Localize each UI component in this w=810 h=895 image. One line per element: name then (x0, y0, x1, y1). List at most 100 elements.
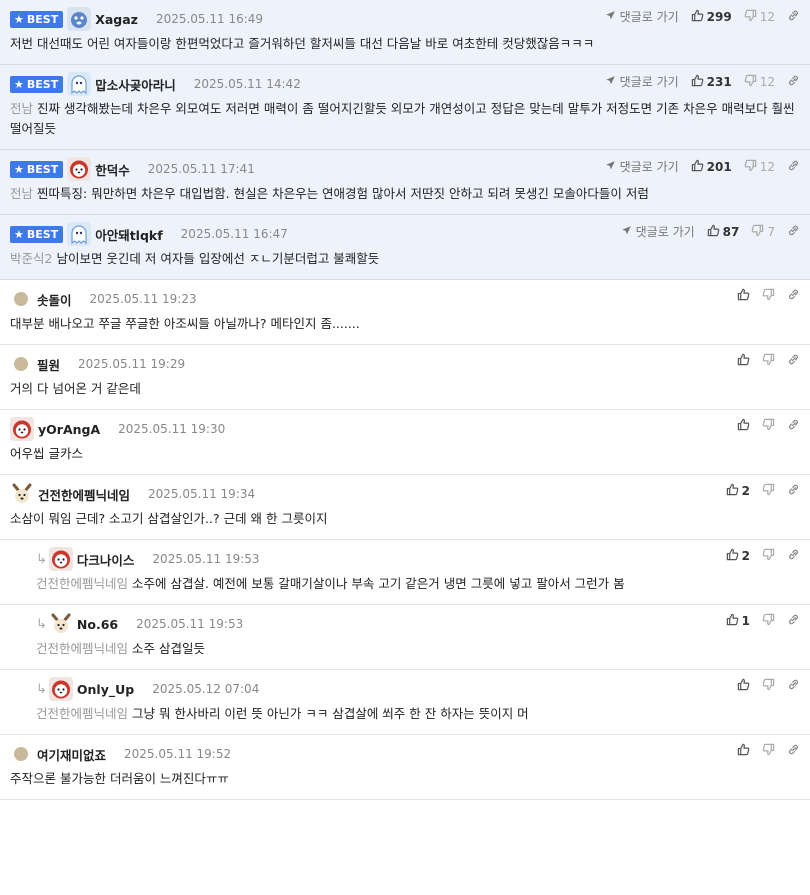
permalink-button[interactable] (787, 353, 800, 369)
nickname[interactable]: 맙소사곶아라니 (95, 75, 176, 94)
best-badge: ★ BEST (10, 225, 64, 243)
thumbs-up-icon (737, 288, 750, 304)
comment-text: 저번 대선때도 어린 여자들이랑 한편먹었다고 즐거워하던 할저씨들 대선 다음… (10, 36, 595, 51)
link-icon (787, 678, 800, 694)
dislike-button[interactable]: 7 (751, 224, 775, 240)
link-icon (787, 743, 800, 759)
reply-to-nickname[interactable]: 건전한에펨닉네임 (36, 641, 128, 656)
permalink-button[interactable] (787, 418, 800, 434)
nickname[interactable]: Xagaz (95, 12, 138, 27)
comment-date: 2025.05.11 19:23 (89, 292, 197, 306)
comment-actions (725, 418, 800, 434)
thumbs-up-icon (737, 678, 750, 694)
thumbs-up-icon (737, 353, 750, 369)
permalink-button[interactable] (787, 288, 800, 304)
best-badge: ★ BEST (10, 75, 64, 93)
thumbs-up-icon (691, 9, 704, 25)
comment-text: 거의 다 넘어온 거 같은데 (10, 381, 141, 396)
dislike-button[interactable] (762, 418, 775, 434)
reply-to-nickname[interactable]: 건전한에펨닉네임 (36, 706, 128, 721)
like-button[interactable]: 2 (726, 483, 750, 499)
permalink-button[interactable] (787, 613, 800, 629)
nickname[interactable]: 필원 (37, 355, 60, 374)
reply-arrow-icon: ↳ (36, 681, 47, 697)
comment-actions: 2 (714, 548, 800, 564)
dislike-button[interactable] (762, 548, 775, 564)
like-button[interactable]: 1 (726, 613, 750, 629)
avatar (14, 747, 28, 761)
comment-body: 주작으론 불가능한 더러움이 느껴진다ㅠㅠ (10, 769, 800, 799)
dislike-button[interactable] (762, 288, 775, 304)
dislike-button[interactable] (762, 678, 775, 694)
like-button[interactable] (737, 353, 750, 369)
comment: 필원 2025.05.11 19:29 거의 다 넘어온 거 같은데 (0, 345, 810, 410)
nickname[interactable]: Only_Up (77, 682, 134, 697)
dislike-button[interactable] (762, 353, 775, 369)
dislike-button[interactable] (762, 743, 775, 759)
star-icon: ★ (14, 227, 24, 241)
comment-actions (725, 743, 800, 759)
thumbs-down-icon (762, 548, 775, 564)
comment-actions (725, 288, 800, 304)
comment-actions: 댓글로 가기 299 12 (593, 8, 800, 25)
permalink-button[interactable] (787, 743, 800, 759)
comment-actions (725, 353, 800, 369)
nickname[interactable]: 아안돼tlqkf (95, 225, 162, 244)
nickname[interactable]: yOrAngA (38, 422, 100, 437)
like-button[interactable] (737, 418, 750, 434)
dislike-button[interactable]: 12 (744, 159, 775, 175)
link-icon (787, 159, 800, 175)
comment-body: 대부분 배나오고 쭈글 쭈글한 아조씨들 아닐까나? 메타인지 좀....... (10, 314, 800, 344)
permalink-button[interactable] (787, 548, 800, 564)
permalink-button[interactable] (787, 9, 800, 25)
dislike-button[interactable] (762, 613, 775, 629)
nickname[interactable]: 건전한에펨닉네임 (38, 485, 130, 504)
nickname[interactable]: 솟돌이 (37, 290, 72, 309)
like-button[interactable]: 2 (726, 548, 750, 564)
reply-arrow-icon: ↳ (36, 551, 47, 567)
goto-comment-link[interactable]: 댓글로 가기 (621, 223, 695, 240)
like-button[interactable]: 87 (707, 224, 739, 240)
nickname[interactable]: No.66 (77, 617, 118, 632)
comment-text: 남이보면 웃긴데 저 여자들 입장에선 ㅈㄴ기분더럽고 불쾌할듯 (56, 251, 380, 266)
like-button[interactable] (737, 678, 750, 694)
goto-comment-link[interactable]: 댓글로 가기 (605, 158, 679, 175)
dislike-button[interactable] (762, 483, 775, 499)
nickname[interactable]: 다크나이스 (77, 550, 135, 569)
thumbs-up-icon (691, 74, 704, 90)
reply-to-nickname[interactable]: 박준식2 (10, 251, 52, 266)
like-button[interactable]: 299 (691, 9, 732, 25)
goto-comment-link[interactable]: 댓글로 가기 (605, 8, 679, 25)
goto-comment-link[interactable]: 댓글로 가기 (605, 73, 679, 90)
nickname[interactable]: 한덕수 (95, 160, 130, 179)
nickname[interactable]: 여기재미없죠 (37, 745, 106, 764)
like-button[interactable] (737, 288, 750, 304)
comment-text: 소주에 삼겹살. 예전에 보통 갈매기살이나 부속 고기 같은거 냉면 그릇에 … (132, 576, 625, 591)
like-count: 2 (741, 484, 750, 498)
comment-text: 대부분 배나오고 쭈글 쭈글한 아조씨들 아닐까나? 메타인지 좀....... (10, 316, 360, 331)
comment-date: 2025.05.11 14:42 (193, 77, 301, 91)
permalink-button[interactable] (787, 224, 800, 240)
comment-text: 소삼이 뭐임 근데? 소고기 삼겹살인가..? 근데 왜 한 그릇이지 (10, 511, 328, 526)
comment-date: 2025.05.11 19:52 (124, 747, 232, 761)
comment-date: 2025.05.11 19:53 (136, 617, 244, 631)
like-button[interactable] (737, 743, 750, 759)
reply-to-nickname[interactable]: 전남 (10, 186, 33, 201)
link-icon (787, 224, 800, 240)
permalink-button[interactable] (787, 483, 800, 499)
permalink-button[interactable] (787, 678, 800, 694)
goto-comment-label: 댓글로 가기 (619, 75, 679, 89)
reply-to-nickname[interactable]: 전남 (10, 101, 33, 116)
dislike-button[interactable]: 12 (744, 74, 775, 90)
dislike-count: 12 (759, 159, 775, 174)
dislike-button[interactable]: 12 (744, 9, 775, 25)
permalink-button[interactable] (787, 159, 800, 175)
permalink-button[interactable] (787, 74, 800, 90)
link-icon (787, 353, 800, 369)
like-button[interactable]: 201 (691, 159, 732, 175)
reply-to-nickname[interactable]: 건전한에펨닉네임 (36, 576, 128, 591)
link-icon (787, 613, 800, 629)
avatar (67, 157, 92, 181)
comment-body: 건전한에펨닉네임 소주에 삼겹살. 예전에 보통 갈매기살이나 부속 고기 같은거… (26, 574, 800, 604)
like-button[interactable]: 231 (691, 74, 732, 90)
